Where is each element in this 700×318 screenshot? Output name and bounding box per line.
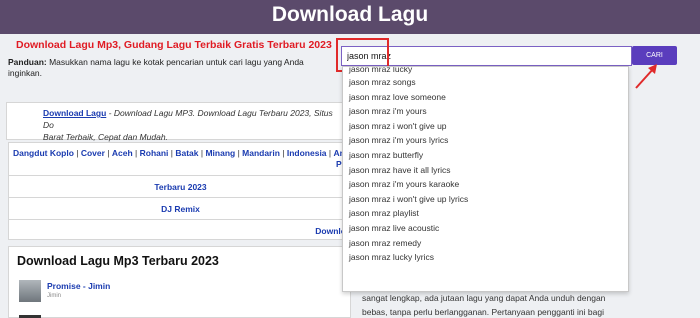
category-link[interactable]: Dangdut Koplo xyxy=(13,148,74,158)
suggestion-item[interactable]: jason mraz i'm yours lyrics xyxy=(343,133,628,148)
song-thumbnail[interactable] xyxy=(19,280,41,302)
suggestion-item[interactable]: jason mraz lucky lyrics xyxy=(343,250,628,265)
song-artist: Jimin xyxy=(47,293,62,299)
dj-remix-link[interactable]: DJ Remix xyxy=(9,197,352,219)
suggestion-item[interactable]: jason mraz i'm yours karaoke xyxy=(343,177,628,192)
annotation-arrow-icon xyxy=(635,64,657,89)
suggestion-item[interactable]: jason mraz i won't give up xyxy=(343,119,628,134)
terbaru-link[interactable]: Terbaru 2023 xyxy=(9,175,352,197)
tagline: Download Lagu Mp3, Gudang Lagu Terbaik G… xyxy=(16,39,332,51)
intro-text-2: Barat Terbaik, Cepat dan Mudah. xyxy=(43,132,168,142)
category-card: Dangdut Koplo | Cover | Aceh | Rohani | … xyxy=(8,142,352,241)
download-link[interactable]: Downlo xyxy=(9,219,352,241)
suggestion-item[interactable]: jason mraz lucky xyxy=(343,67,628,75)
site-header: Download Lagu xyxy=(0,0,700,34)
suggestion-item[interactable]: jason mraz love someone xyxy=(343,90,628,105)
category-link[interactable]: Minang xyxy=(205,148,235,158)
suggestion-item[interactable]: jason mraz have it all lyrics xyxy=(343,163,628,178)
site-title[interactable]: Download Lagu xyxy=(0,0,700,30)
category-link[interactable]: Batak xyxy=(175,148,198,158)
category-link[interactable]: Indonesia xyxy=(287,148,327,158)
suggestion-item[interactable]: jason mraz butterfly xyxy=(343,148,628,163)
guide-body: Masukkan nama lagu ke kotak pencarian un… xyxy=(8,57,304,78)
side-text-line: bebas, tanpa perlu berlangganan. Pertany… xyxy=(362,306,604,317)
category-link[interactable]: Aceh xyxy=(112,148,133,158)
download-lagu-link[interactable]: Download Lagu xyxy=(43,108,106,118)
suggestion-item[interactable]: jason mraz i'm yours xyxy=(343,104,628,119)
suggestion-item[interactable]: jason mraz remedy xyxy=(343,236,628,251)
suggestion-item[interactable]: jason mraz songs xyxy=(343,75,628,90)
category-link[interactable]: Cover xyxy=(81,148,105,158)
category-link[interactable]: Mandarin xyxy=(242,148,280,158)
guide-text: Panduan: Masukkan nama lagu ke kotak pen… xyxy=(8,57,308,78)
song-title-link[interactable]: Promise - Jimin xyxy=(47,281,110,291)
side-text-line: sangat lengkap, ada jutaan lagu yang dap… xyxy=(362,293,606,303)
latest-songs-card: Download Lagu Mp3 Terbaru 2023 Promise -… xyxy=(8,246,351,318)
intro-card: Download Lagu - Download Lagu MP3. Downl… xyxy=(6,102,351,142)
category-nav: Dangdut Koplo | Cover | Aceh | Rohani | … xyxy=(13,148,350,158)
search-suggestions-dropdown: jason mraz lucky jason mraz songs jason … xyxy=(342,66,629,292)
side-description: sangat lengkap, ada jutaan lagu yang dap… xyxy=(362,292,692,318)
guide-label: Panduan: xyxy=(8,57,47,67)
latest-heading: Download Lagu Mp3 Terbaru 2023 xyxy=(17,254,219,268)
suggestion-item[interactable]: jason mraz live acoustic xyxy=(343,221,628,236)
suggestion-item[interactable]: jason mraz i won't give up lyrics xyxy=(343,192,628,207)
category-link[interactable]: Rohani xyxy=(140,148,169,158)
suggestion-item[interactable]: jason mraz playlist xyxy=(343,206,628,221)
page: Download Lagu Download Lagu Mp3, Gudang … xyxy=(0,0,700,318)
